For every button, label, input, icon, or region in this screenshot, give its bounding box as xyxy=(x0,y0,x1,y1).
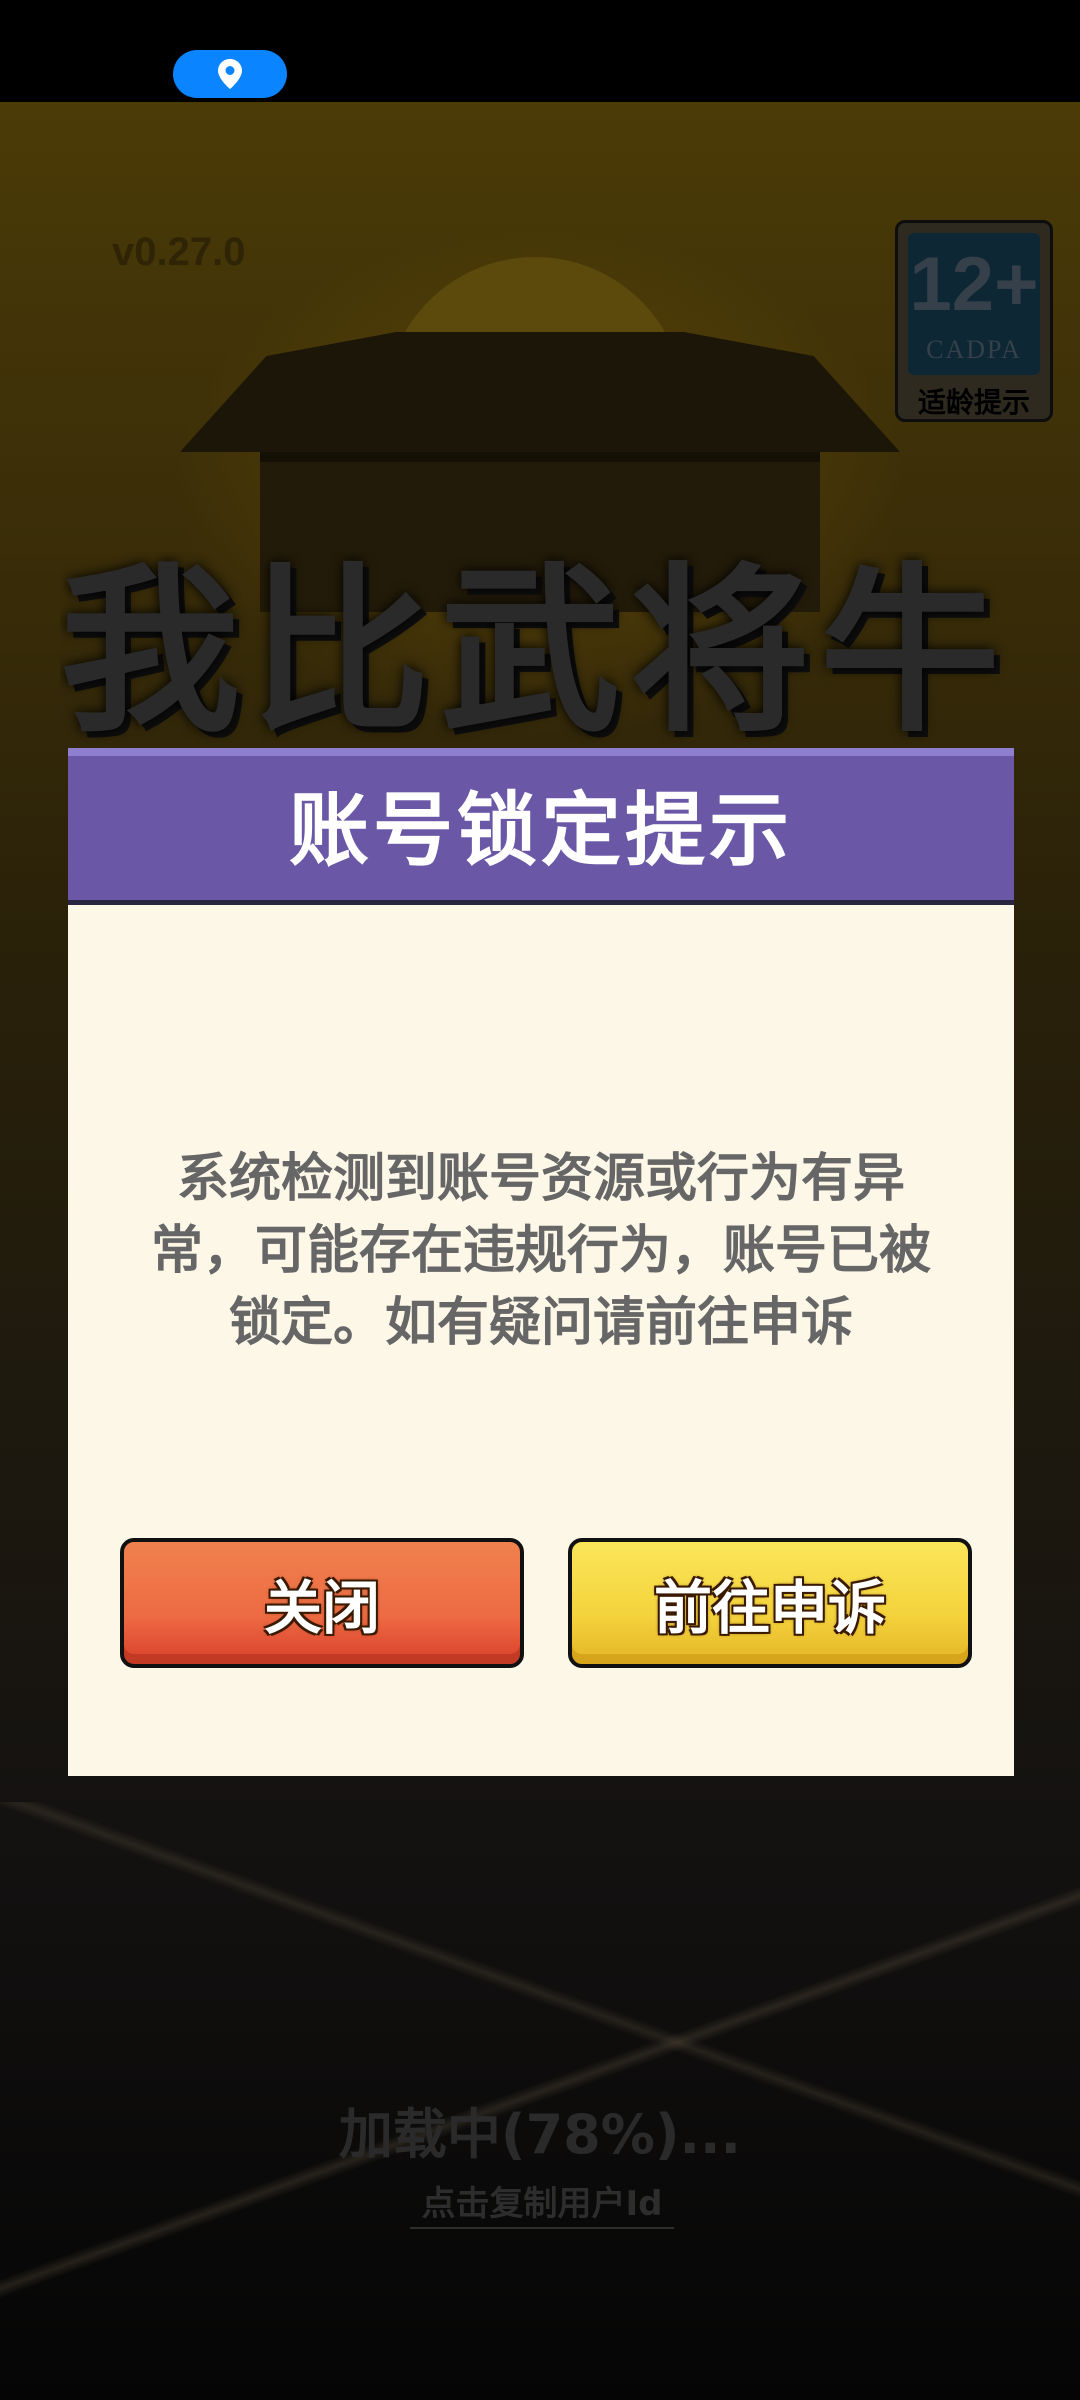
age-rating-panel: 12+ CADPA xyxy=(908,233,1040,375)
loading-status: 加载中(78%)... xyxy=(338,2103,742,2166)
dialog-message: 系统检测到账号资源或行为有异常，可能存在违规行为，账号已被锁定。如有疑问请前往申… xyxy=(150,1149,931,1353)
location-indicator[interactable] xyxy=(173,50,287,98)
copy-user-id-link[interactable]: 点击复制用户Id xyxy=(410,2176,674,2229)
close-button[interactable]: 关闭 xyxy=(120,1538,524,1668)
age-rating-badge[interactable]: 12+ CADPA 适龄提示 xyxy=(895,220,1053,422)
dialog-header: 账号锁定提示 xyxy=(68,748,1014,905)
game-title-logo: 我比武将牛 xyxy=(60,552,1011,752)
age-rating-caption: 适龄提示 xyxy=(917,386,1030,419)
appeal-button[interactable]: 前往申诉 xyxy=(568,1538,972,1668)
age-rating-org: CADPA xyxy=(926,335,1022,364)
status-bar xyxy=(0,0,1080,102)
location-pin-icon xyxy=(218,59,242,89)
dialog-title: 账号锁定提示 xyxy=(289,784,793,877)
version-label: v0.27.0 xyxy=(112,230,246,274)
account-locked-dialog: 账号锁定提示 系统检测到账号资源或行为有异常，可能存在违规行为，账号已被锁定。如… xyxy=(68,748,1014,1776)
temple-illustration xyxy=(180,332,900,452)
age-rating-number: 12+ xyxy=(909,242,1039,327)
